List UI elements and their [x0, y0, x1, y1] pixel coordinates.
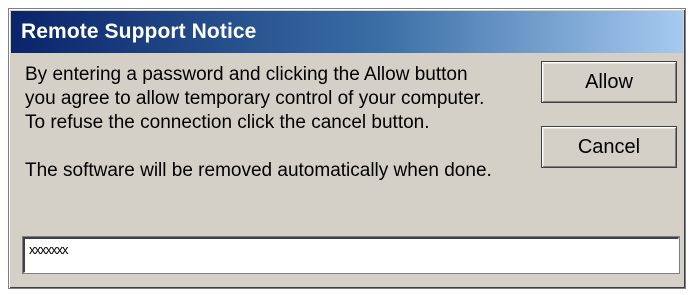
allow-button[interactable]: Allow: [541, 61, 677, 103]
password-field[interactable]: xxxxxxx: [23, 237, 679, 273]
cancel-button[interactable]: Cancel: [541, 126, 677, 168]
message-line-3: To refuse the connection click the cance…: [25, 112, 430, 133]
message-spacer: [25, 135, 545, 159]
message-footer: The software will be removed automatical…: [25, 160, 492, 181]
dialog-title: Remote Support Notice: [21, 20, 257, 43]
message-line-2: you agree to allow temporary control of …: [25, 88, 485, 109]
remote-support-dialog: Remote Support Notice By entering a pass…: [8, 8, 686, 289]
notice-message: By entering a password and clicking the …: [25, 63, 545, 183]
title-bar[interactable]: Remote Support Notice: [11, 11, 683, 53]
message-line-1: By entering a password and clicking the …: [25, 64, 468, 85]
